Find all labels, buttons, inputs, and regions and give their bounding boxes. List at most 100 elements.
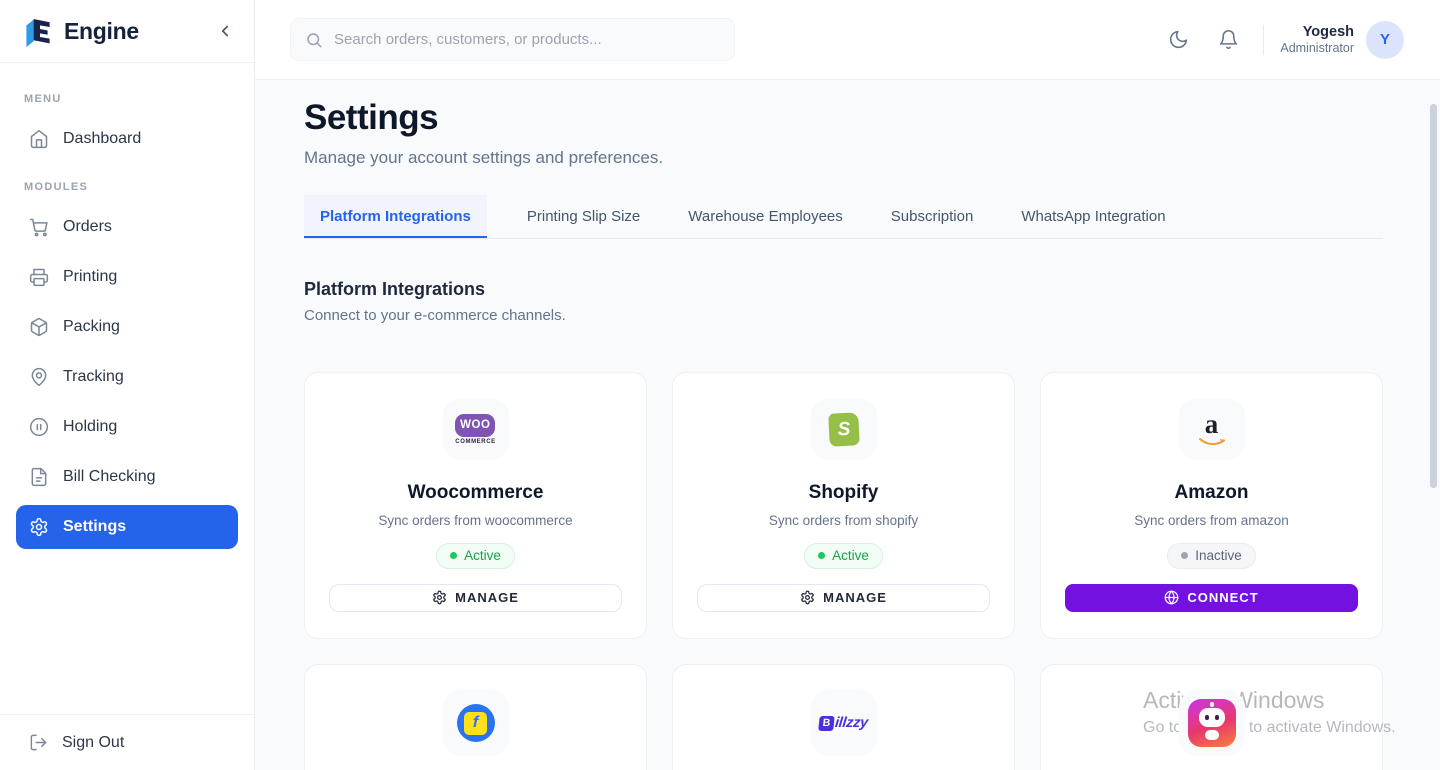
sign-out-label: Sign Out <box>62 734 124 752</box>
vertical-scrollbar[interactable] <box>1430 104 1437 488</box>
gear-icon <box>29 517 49 537</box>
manage-label: MANAGE <box>823 590 887 605</box>
sign-out-button[interactable]: Sign Out <box>16 733 238 752</box>
sidebar-item-printing[interactable]: Printing <box>16 255 238 299</box>
page-title: Settings <box>304 98 1383 138</box>
dark-mode-toggle[interactable] <box>1159 21 1197 59</box>
tab-warehouse-employees[interactable]: Warehouse Employees <box>672 195 859 238</box>
topbar: Yogesh Administrator Y <box>255 0 1440 80</box>
amazon-letter: a <box>1205 412 1219 436</box>
bot-mascot-logo <box>1179 690 1245 756</box>
user-name: Yogesh <box>1280 23 1354 41</box>
brand-name: Engine <box>64 18 139 45</box>
integration-card-flipkart: f <box>304 664 647 770</box>
manage-label: MANAGE <box>455 590 519 605</box>
home-icon <box>29 129 49 149</box>
integration-card-amazon: a Amazon Sync orders from amazon Inactiv… <box>1040 372 1383 639</box>
integration-name: Amazon <box>1175 482 1249 504</box>
log-out-icon <box>29 733 48 752</box>
gear-icon <box>432 590 447 605</box>
sidebar-item-settings[interactable]: Settings <box>16 505 238 549</box>
manage-button[interactable]: MANAGE <box>697 584 990 612</box>
shopify-logo: S <box>811 398 877 460</box>
status-label: Inactive <box>1195 548 1242 563</box>
sidebar-item-bill-checking[interactable]: Bill Checking <box>16 455 238 499</box>
integration-name: Woocommerce <box>408 482 544 504</box>
page-subtitle: Manage your account settings and prefere… <box>304 148 1383 168</box>
sidebar-item-holding[interactable]: Holding <box>16 405 238 449</box>
sidebar-header: Engine <box>0 0 254 63</box>
sidebar-item-label: Settings <box>63 518 126 536</box>
status-label: Active <box>832 548 869 563</box>
connect-label: CONNECT <box>1187 590 1258 605</box>
cart-icon <box>29 217 49 237</box>
integration-cards-row1: WOO COMMERCE Woocommerce Sync orders fro… <box>304 372 1383 639</box>
integration-name: Shopify <box>809 482 879 504</box>
sidebar-item-label: Printing <box>63 268 117 286</box>
sidebar: Engine MENU Dashboard MODULES Orders Pri… <box>0 0 255 770</box>
map-pin-icon <box>29 367 49 387</box>
integration-card-bot <box>1040 664 1383 770</box>
flipkart-letter: f <box>473 714 478 732</box>
printer-icon <box>29 267 49 287</box>
user-role: Administrator <box>1280 41 1354 57</box>
chevron-left-icon <box>216 22 234 40</box>
billzzy-text: illzzy <box>834 715 869 731</box>
status-badge: Inactive <box>1167 543 1256 569</box>
avatar[interactable]: Y <box>1366 21 1404 59</box>
tab-whatsapp-integration[interactable]: WhatsApp Integration <box>1005 195 1181 238</box>
sidebar-footer: Sign Out <box>0 714 254 770</box>
status-dot <box>818 552 825 559</box>
status-dot <box>1181 552 1188 559</box>
file-text-icon <box>29 467 49 487</box>
moon-icon <box>1168 29 1189 50</box>
search-box[interactable] <box>290 18 735 61</box>
woo-sub-label: COMMERCE <box>455 439 495 445</box>
section-header: Platform Integrations Connect to your e-… <box>304 279 1383 324</box>
search-input[interactable] <box>334 31 720 48</box>
sidebar-item-packing[interactable]: Packing <box>16 305 238 349</box>
sidebar-item-dashboard[interactable]: Dashboard <box>16 117 238 161</box>
tab-subscription[interactable]: Subscription <box>875 195 990 238</box>
notifications-button[interactable] <box>1209 21 1247 59</box>
package-icon <box>29 317 49 337</box>
status-label: Active <box>464 548 501 563</box>
globe-icon <box>1164 590 1179 605</box>
sidebar-collapse-button[interactable] <box>216 22 234 40</box>
engine-logo-icon <box>20 15 52 47</box>
integration-card-shopify: S Shopify Sync orders from shopify Activ… <box>672 372 1015 639</box>
sidebar-item-tracking[interactable]: Tracking <box>16 355 238 399</box>
integration-card-billzzy: B illzzy <box>672 664 1015 770</box>
main-content: Settings Manage your account settings an… <box>255 80 1440 770</box>
section-title: Platform Integrations <box>304 279 1383 300</box>
amazon-logo: a <box>1179 398 1245 460</box>
sidebar-section-label: MODULES <box>24 181 230 193</box>
section-subtitle: Connect to your e-commerce channels. <box>304 307 1383 324</box>
woocommerce-logo: WOO COMMERCE <box>443 398 509 460</box>
shopify-letter: S <box>837 418 851 441</box>
sidebar-item-label: Dashboard <box>63 130 141 148</box>
integration-description: Sync orders from amazon <box>1134 513 1289 528</box>
flipkart-logo: f <box>443 690 509 756</box>
status-badge: Active <box>804 543 883 569</box>
integration-description: Sync orders from shopify <box>769 513 918 528</box>
connect-button[interactable]: CONNECT <box>1065 584 1358 612</box>
sidebar-item-label: Tracking <box>63 368 124 386</box>
woo-badge: WOO <box>455 414 495 437</box>
topbar-actions: Yogesh Administrator Y <box>1159 21 1404 59</box>
settings-tabs: Platform Integrations Printing Slip Size… <box>304 195 1383 239</box>
pause-circle-icon <box>29 417 49 437</box>
bell-icon <box>1218 29 1239 50</box>
integration-cards-row2: f B illzzy <box>304 664 1383 770</box>
manage-button[interactable]: MANAGE <box>329 584 622 612</box>
search-icon <box>305 31 323 49</box>
sidebar-item-orders[interactable]: Orders <box>16 205 238 249</box>
integration-description: Sync orders from woocommerce <box>378 513 572 528</box>
topbar-divider <box>1263 25 1264 55</box>
billzzy-badge: B <box>818 716 835 731</box>
billzzy-logo: B illzzy <box>811 690 877 756</box>
sidebar-item-label: Orders <box>63 218 112 236</box>
sidebar-item-label: Packing <box>63 318 120 336</box>
tab-printing-slip-size[interactable]: Printing Slip Size <box>511 195 656 238</box>
tab-platform-integrations[interactable]: Platform Integrations <box>304 195 487 238</box>
